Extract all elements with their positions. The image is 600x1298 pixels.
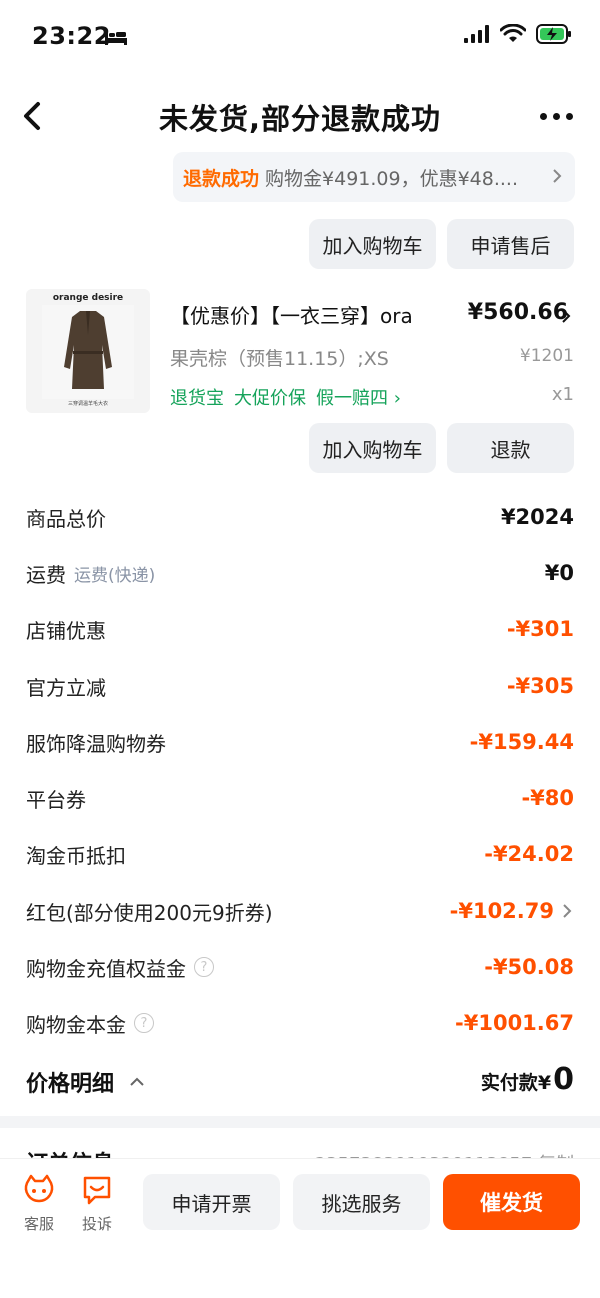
- battery-charging-icon: [536, 24, 571, 44]
- price-label: 红包(部分使用200元9折券): [26, 900, 273, 925]
- request-invoice-button[interactable]: 申请开票: [143, 1174, 280, 1230]
- complaint-icon: [83, 1176, 111, 1205]
- chevron-right-icon: [563, 904, 572, 918]
- price-label: 服饰降温购物券: [26, 731, 166, 756]
- price-label: 购物金本金: [26, 1012, 126, 1037]
- help-icon[interactable]: ?: [134, 1013, 154, 1033]
- price-value: -¥301: [506, 617, 574, 641]
- complaint-label: 投诉: [81, 1215, 112, 1233]
- tag-return-insurance: 退货宝: [170, 388, 224, 409]
- price-value: -¥305: [506, 674, 574, 698]
- chevron-right-icon: [553, 169, 562, 183]
- status-time: 23:22: [32, 22, 111, 50]
- price-value: -¥80: [521, 786, 574, 810]
- wifi-icon: [500, 24, 526, 42]
- tag-price-protection: 大促价保: [234, 388, 306, 409]
- add-to-cart-button[interactable]: 加入购物车: [309, 219, 436, 269]
- shipping-method: 运费(快递): [74, 565, 156, 586]
- coat-image: [42, 305, 134, 399]
- product-thumbnail[interactable]: orange desire 三穿调温羊毛大衣: [26, 289, 150, 413]
- price-value: -¥24.02: [484, 842, 574, 866]
- price-value: -¥159.44: [469, 730, 574, 754]
- more-options-icon[interactable]: [540, 104, 580, 128]
- product-price[interactable]: ¥560.66: [468, 300, 568, 325]
- amount-paid-label: 实付款¥: [480, 1072, 552, 1094]
- price-row-shopping-credit-bonus: 购物金充值权益金? -¥50.08: [26, 947, 574, 987]
- price-label: 店铺优惠: [26, 618, 106, 643]
- price-row-apparel-coupon: 服饰降温购物券 -¥159.44: [26, 722, 574, 762]
- choose-service-button[interactable]: 挑选服务: [293, 1174, 430, 1230]
- section-divider: [0, 1116, 600, 1128]
- apply-after-sale-button[interactable]: 申请售后: [447, 219, 574, 269]
- sleep-mode-icon: [105, 30, 127, 45]
- product-title[interactable]: 【优惠价】【一衣三穿】ora: [170, 300, 460, 329]
- price-row-shopping-credit-principal: 购物金本金? -¥1001.67: [26, 1003, 574, 1043]
- price-value: -¥50.08: [484, 955, 574, 979]
- page-title: 未发货,部分退款成功: [158, 102, 442, 136]
- urge-shipment-button[interactable]: 催发货: [443, 1174, 580, 1230]
- price-value: ¥2024: [500, 505, 574, 529]
- customer-service-label: 客服: [23, 1215, 54, 1233]
- thumbnail-caption: 三穿调温羊毛大衣: [67, 401, 108, 407]
- refund-status-banner[interactable]: 退款成功 购物金¥491.09，优惠¥48....: [173, 152, 575, 202]
- price-row-red-packet[interactable]: 红包(部分使用200元9折券) -¥102.79: [26, 891, 574, 931]
- cellular-signal-icon: [464, 25, 489, 43]
- refund-status-text: 退款成功: [183, 167, 260, 190]
- price-value: -¥1001.67: [455, 1011, 574, 1035]
- nav-bar: 未发货,部分退款成功: [0, 86, 600, 146]
- product-add-to-cart-button[interactable]: 加入购物车: [309, 423, 436, 473]
- help-icon[interactable]: ?: [194, 957, 214, 977]
- price-row-platform-coupon: 平台券 -¥80: [26, 778, 574, 818]
- status-indicators: [464, 24, 572, 44]
- refund-detail-text: 购物金¥491.09，优惠¥48....: [265, 167, 519, 190]
- price-label: 官方立减: [26, 675, 106, 700]
- price-row-total: 商品总价 ¥2024: [26, 497, 574, 537]
- amount-paid-value: 0: [553, 1062, 574, 1097]
- price-label: 商品总价: [26, 506, 106, 531]
- price-label: 平台券: [26, 787, 86, 812]
- price-value: -¥102.79: [449, 899, 554, 923]
- complaint-button[interactable]: 投诉: [72, 1173, 122, 1234]
- price-label: 运费: [26, 562, 66, 587]
- customer-service-button[interactable]: 客服: [14, 1173, 64, 1234]
- price-value: ¥0: [544, 561, 574, 585]
- chevron-right-icon: [562, 309, 571, 323]
- price-row-official-discount: 官方立减 -¥305: [26, 666, 574, 706]
- product-service-tags[interactable]: 退货宝 大促价保 假一赔四 ›: [170, 384, 401, 410]
- price-label: 购物金充值权益金: [26, 956, 186, 981]
- price-label: 淘金币抵扣: [26, 843, 126, 868]
- price-row-coins: 淘金币抵扣 -¥24.02: [26, 834, 574, 874]
- status-bar: 23:22: [0, 0, 600, 76]
- tag-fake-compensation: 假一赔四 ›: [316, 388, 401, 409]
- customer-service-icon: [24, 1174, 54, 1203]
- amount-paid: 实付款¥ 0: [481, 1062, 574, 1097]
- thumbnail-brand: orange desire: [52, 293, 124, 303]
- chevron-up-icon[interactable]: [128, 1076, 146, 1088]
- price-row-shipping: 运费 运费(快递) ¥0: [26, 553, 574, 593]
- product-quantity: x1: [551, 384, 574, 405]
- refund-button[interactable]: 退款: [447, 423, 574, 473]
- product-original-price: ¥1201: [519, 346, 574, 366]
- bottom-action-bar: 客服 投诉 申请开票 挑选服务 催发货: [0, 1158, 600, 1298]
- price-row-store-discount: 店铺优惠 -¥301: [26, 609, 574, 649]
- product-sku: 果壳棕（预售11.15）;XS: [170, 348, 389, 370]
- price-details-toggle[interactable]: 价格明细: [26, 1066, 114, 1098]
